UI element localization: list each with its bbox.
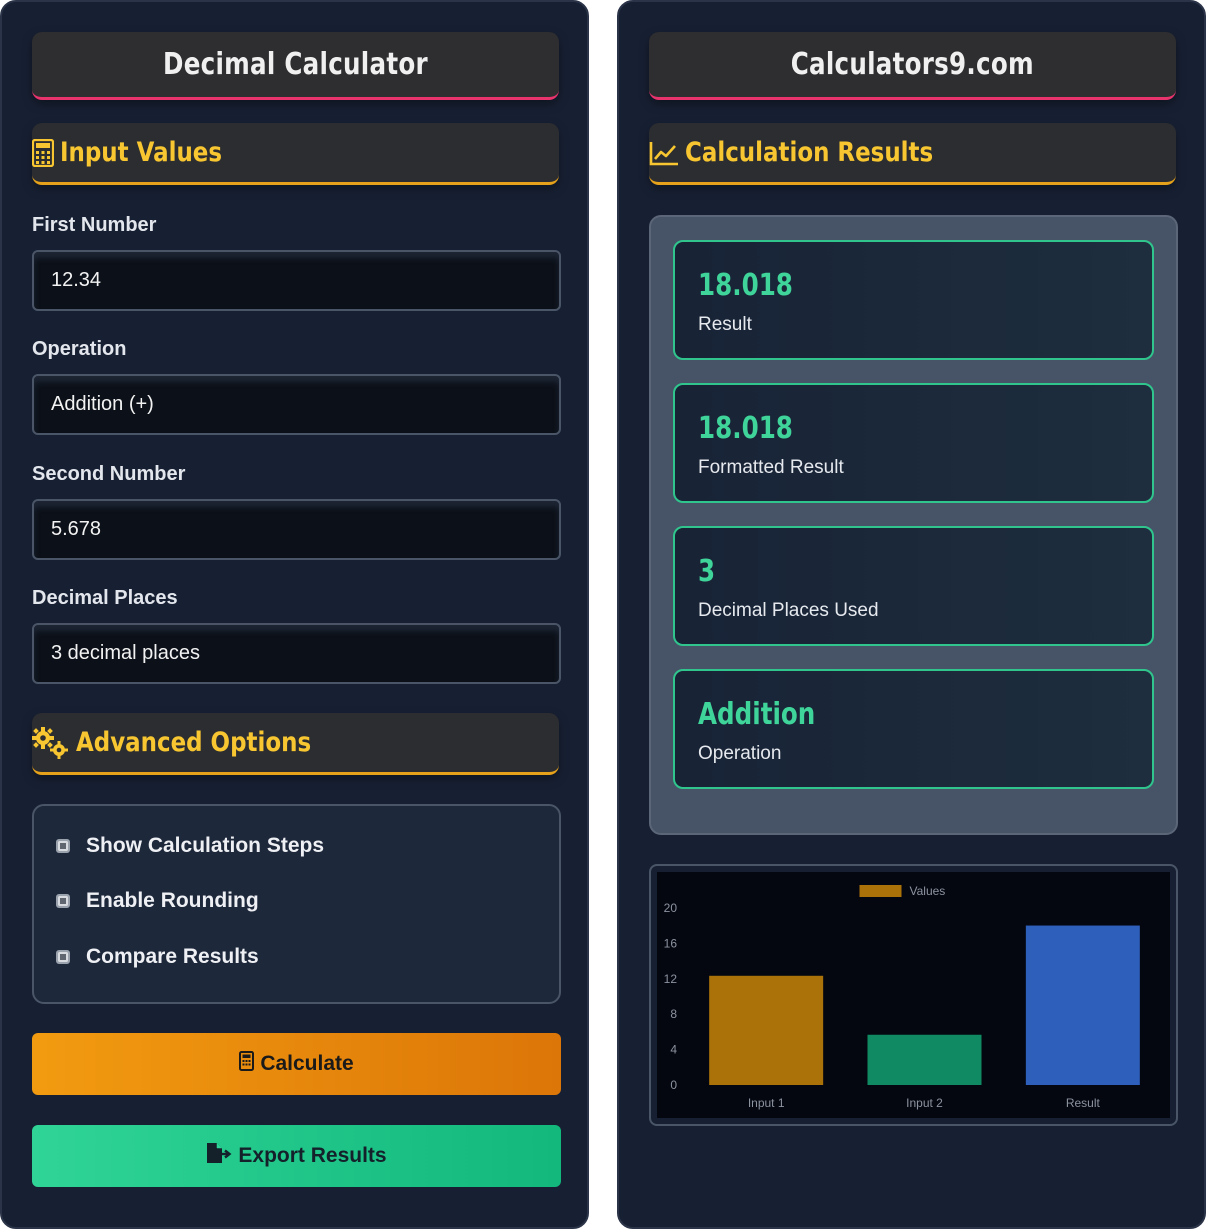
site-title-bar: Calculators9.com (649, 32, 1176, 100)
calculator-title-bar: Decimal Calculator (32, 32, 559, 100)
checkbox-show-steps[interactable] (56, 839, 70, 853)
advanced-options-section-header: Advanced Options (32, 713, 559, 775)
checkbox-compare-results[interactable] (56, 950, 70, 964)
decimal-places-value: 3 decimal places (51, 642, 200, 664)
file-export-icon (206, 1142, 232, 1170)
export-label: Export Results (238, 1144, 387, 1167)
legend-label: Values (910, 884, 946, 898)
first-number-input[interactable]: 12.34 (32, 250, 561, 311)
values-bar-chart: 0 4 8 12 16 20 Input 1 Input 2 Result Values (657, 872, 1170, 1118)
y-tick-label: 12 (664, 972, 678, 986)
formatted-result-card: 18.018 Formatted Result (673, 383, 1154, 503)
gears-icon (32, 726, 70, 759)
decimal-places-used-card: 3 Decimal Places Used (673, 526, 1154, 646)
input-values-section-header: Input Values (32, 123, 559, 185)
site-title: Calculators9.com (790, 47, 1035, 82)
x-tick-label: Result (1066, 1096, 1101, 1110)
y-tick-label: 8 (670, 1007, 677, 1021)
chart-line-icon (649, 140, 679, 166)
y-tick-label: 4 (670, 1043, 677, 1057)
y-tick-label: 20 (664, 901, 678, 915)
calculator-icon (32, 138, 54, 167)
first-number-value: 12.34 (51, 269, 102, 291)
second-number-value: 5.678 (51, 518, 102, 540)
formatted-result-value: 18.018 (698, 411, 793, 446)
calculate-button[interactable]: Calculate (32, 1033, 561, 1095)
decimal-places-select[interactable]: 3 decimal places (32, 623, 561, 684)
input-values-title: Input Values (60, 137, 223, 168)
option-label: Show Calculation Steps (86, 834, 325, 857)
operation-value: Addition (+) (51, 393, 154, 415)
operation-result-label: Operation (698, 743, 782, 764)
calculator-title: Decimal Calculator (163, 47, 428, 82)
results-container: 18.018 Result 18.018 Formatted Result 3 … (649, 215, 1178, 835)
option-enable-rounding[interactable]: Enable Rounding (56, 889, 259, 913)
operation-card: Addition Operation (673, 669, 1154, 789)
export-results-button[interactable]: Export Results (32, 1125, 561, 1187)
calculation-results-section-header: Calculation Results (649, 123, 1176, 185)
option-label: Enable Rounding (86, 889, 259, 912)
checkbox-enable-rounding[interactable] (56, 894, 70, 908)
first-number-label: First Number (32, 214, 157, 236)
result-card: 18.018 Result (673, 240, 1154, 360)
calculator-icon (239, 1051, 255, 1077)
decimal-places-label: Decimal Places (32, 587, 178, 609)
y-tick-label: 0 (670, 1078, 677, 1092)
decimal-places-used-label: Decimal Places Used (698, 600, 879, 621)
calculation-results-title: Calculation Results (685, 137, 934, 168)
y-tick-label: 16 (664, 936, 678, 950)
option-show-calculation-steps[interactable]: Show Calculation Steps (56, 834, 324, 858)
values-chart-container: 0 4 8 12 16 20 Input 1 Input 2 Result Values (649, 864, 1178, 1126)
calculator-panel: Decimal Calculator Input Values First Nu… (0, 0, 589, 1229)
advanced-options-title: Advanced Options (76, 727, 312, 758)
x-tick-label: Input 2 (906, 1096, 943, 1110)
result-value: 18.018 (698, 268, 793, 303)
formatted-result-label: Formatted Result (698, 457, 844, 478)
operation-result-value: Addition (698, 697, 816, 732)
operation-select[interactable]: Addition (+) (32, 374, 561, 435)
operation-label: Operation (32, 338, 127, 360)
x-tick-label: Input 1 (748, 1096, 785, 1110)
bar-input-2 (867, 1034, 982, 1085)
option-compare-results[interactable]: Compare Results (56, 945, 259, 969)
results-panel: Calculators9.com Calculation Results 18.… (617, 0, 1206, 1229)
bar-input-1 (709, 975, 824, 1085)
decimal-places-used-value: 3 (698, 554, 716, 589)
option-label: Compare Results (86, 945, 259, 968)
legend-swatch (859, 885, 902, 897)
calculate-label: Calculate (260, 1052, 354, 1075)
result-label: Result (698, 314, 752, 335)
second-number-label: Second Number (32, 463, 186, 485)
second-number-input[interactable]: 5.678 (32, 499, 561, 560)
bar-result (1025, 925, 1140, 1085)
advanced-options-box: Show Calculation Steps Enable Rounding C… (32, 804, 561, 1004)
